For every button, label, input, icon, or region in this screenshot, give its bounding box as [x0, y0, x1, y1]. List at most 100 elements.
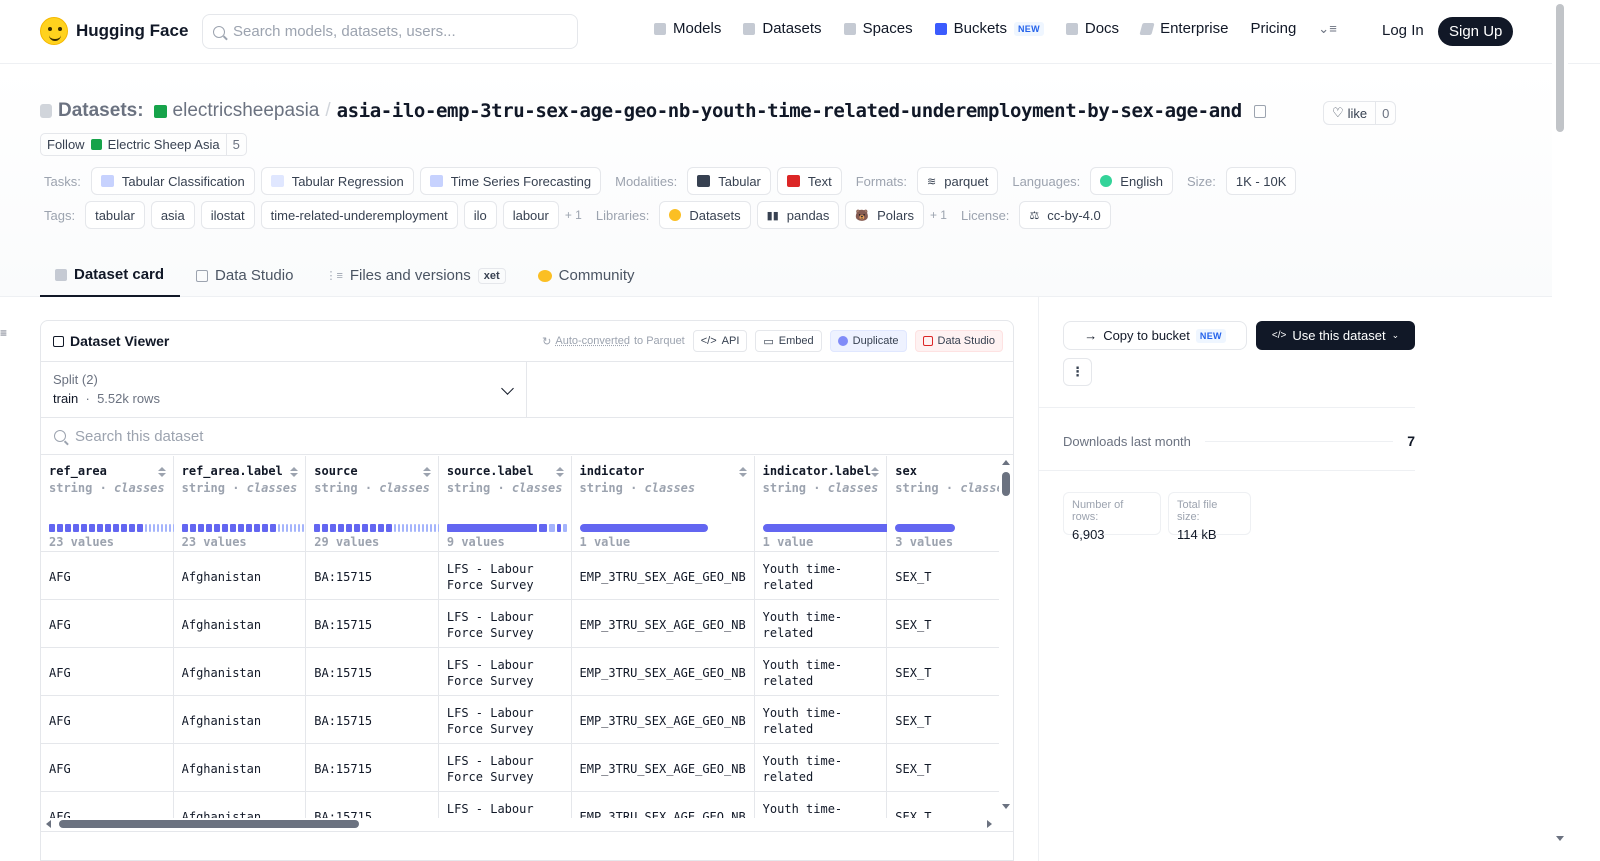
table-cell[interactable]: BA:15715 [305, 743, 439, 792]
sort-icon[interactable] [738, 467, 747, 479]
table-cell[interactable]: Youth time-related underemployment b… [754, 791, 888, 818]
table-cell[interactable]: EMP_3TRU_SEX_AGE_GEO_NB [571, 599, 755, 648]
scroll-right-icon[interactable] [987, 820, 992, 828]
scroll-thumb[interactable] [1002, 472, 1010, 496]
use-this-dataset-button[interactable]: </> Use this dataset ⌄ [1256, 321, 1415, 350]
table-vertical-scrollbar[interactable] [999, 456, 1013, 818]
table-cell[interactable]: BA:15715 [305, 551, 439, 600]
library-pandas[interactable]: ▮▮ pandas [756, 201, 840, 229]
table-cell[interactable]: Youth time-related underemployment b… [754, 647, 888, 696]
table-cell[interactable]: Afghanistan [173, 647, 307, 696]
table-cell[interactable]: Youth time-related underemployment b… [754, 599, 888, 648]
scroll-down-icon[interactable] [1556, 836, 1564, 841]
scroll-thumb[interactable] [1556, 4, 1564, 132]
embed-button[interactable]: ▭ Embed [755, 330, 822, 352]
table-cell[interactable]: AFG [41, 599, 174, 648]
table-cell[interactable]: Youth time-related underemployment b… [754, 743, 888, 792]
nav-buckets[interactable]: Buckets NEW [934, 20, 1044, 37]
global-search-input[interactable] [233, 23, 553, 40]
scroll-down-icon[interactable] [1002, 804, 1010, 809]
tag-ilostat[interactable]: ilostat [200, 201, 255, 229]
table-cell[interactable]: Afghanistan [173, 743, 307, 792]
login-link[interactable]: Log In [1382, 22, 1424, 39]
library-datasets[interactable]: Datasets [659, 201, 751, 229]
nav-docs[interactable]: Docs [1065, 20, 1119, 37]
table-cell[interactable]: Youth time-related underemployment b… [754, 551, 888, 600]
nav-models[interactable]: Models [654, 20, 721, 37]
table-cell[interactable]: EMP_3TRU_SEX_AGE_GEO_NB [571, 695, 755, 744]
api-button[interactable]: </> API [692, 330, 748, 352]
copy-icon[interactable] [1253, 104, 1266, 118]
table-cell[interactable]: LFS - Labour Force Survey [438, 695, 572, 744]
table-cell[interactable]: SEX_T [886, 599, 999, 648]
table-cell[interactable]: SEX_T [886, 551, 999, 600]
table-cell[interactable]: Youth time-related underemployment b… [754, 695, 888, 744]
tag-labour[interactable]: labour [502, 201, 559, 229]
column-header[interactable]: indicator.label string · classes 1 value [754, 456, 891, 552]
modality-tabular[interactable]: Tabular [687, 167, 771, 195]
dataset-search-input[interactable] [75, 427, 675, 445]
tag-tabular[interactable]: tabular [85, 201, 145, 229]
sort-icon[interactable] [157, 467, 166, 479]
table-cell[interactable]: EMP_3TRU_SEX_AGE_GEO_NB [571, 743, 755, 792]
toc-toggle-icon[interactable]: ≡ [0, 326, 7, 340]
libraries-more[interactable]: + 1 [930, 208, 947, 222]
more-menu-icon[interactable]: ⌄≡ [1318, 21, 1336, 37]
table-cell[interactable]: AFG [41, 647, 174, 696]
scroll-left-icon[interactable] [46, 820, 51, 828]
like-button[interactable]: ♡ like 0 [1323, 101, 1397, 125]
license-chip[interactable]: ⚖ cc-by-4.0 [1019, 201, 1111, 229]
table-cell[interactable]: SEX_T [886, 695, 999, 744]
table-cell[interactable]: AFG [41, 791, 174, 818]
nav-enterprise[interactable]: Enterprise [1139, 20, 1228, 37]
split-selector[interactable]: Split (2) train · 5.52k rows [41, 362, 527, 418]
table-cell[interactable]: Afghanistan [173, 791, 307, 818]
dataset-name[interactable]: asia-ilo-emp-3tru-sex-age-geo-nb-youth-t… [337, 100, 1243, 122]
table-cell[interactable]: EMP_3TRU_SEX_AGE_GEO_NB [571, 551, 755, 600]
table-row[interactable]: AFGAfghanistanBA:15715LFS - Labour Force… [41, 599, 999, 648]
tab-dataset-card[interactable]: Dataset card [40, 254, 181, 297]
histogram[interactable] [762, 524, 891, 532]
histogram[interactable] [314, 524, 457, 532]
library-polars[interactable]: 🐻 Polars [845, 201, 924, 229]
column-header[interactable]: sexstring · classes3 values [886, 456, 999, 552]
table-row[interactable]: AFGAfghanistanBA:15715LFS - Labour Force… [41, 647, 999, 696]
table-row[interactable]: AFGAfghanistanBA:15715LFS - Labour Force… [41, 695, 999, 744]
tab-community[interactable]: Community [522, 254, 651, 297]
table-cell[interactable]: BA:15715 [305, 695, 439, 744]
table-cell[interactable]: SEX_T [886, 743, 999, 792]
table-cell[interactable]: Afghanistan [173, 695, 307, 744]
copy-to-bucket-button[interactable]: → Copy to bucket NEW [1063, 321, 1247, 350]
sort-icon[interactable] [871, 467, 880, 479]
table-cell[interactable]: Afghanistan [173, 551, 307, 600]
table-cell[interactable]: EMP_3TRU_SEX_AGE_GEO_NB [571, 647, 755, 696]
task-tabular-regression[interactable]: Tabular Regression [260, 167, 414, 195]
table-cell[interactable]: Afghanistan [173, 599, 307, 648]
table-cell[interactable]: LFS - Labour Force Survey [438, 551, 572, 600]
dataset-search[interactable] [41, 418, 1013, 455]
table-cell[interactable]: AFG [41, 551, 174, 600]
histogram[interactable] [446, 524, 567, 532]
table-horizontal-scrollbar[interactable] [41, 817, 999, 831]
global-search[interactable] [202, 14, 578, 49]
table-cell[interactable]: BA:15715 [305, 791, 439, 818]
tab-data-studio[interactable]: Data Studio [180, 254, 309, 297]
nav-spaces[interactable]: Spaces [843, 20, 913, 37]
hf-logo[interactable]: Hugging Face [40, 17, 188, 45]
histogram[interactable] [579, 524, 708, 532]
column-header[interactable]: indicator string · classes 1 value [571, 456, 755, 552]
table-row[interactable]: AFGAfghanistanBA:15715LFS - Labour Force… [41, 743, 999, 792]
table-cell[interactable]: LFS - Labour Force Survey [438, 743, 572, 792]
column-header[interactable]: source string · classes 29 values [305, 456, 457, 552]
nav-pricing[interactable]: Pricing [1250, 20, 1296, 37]
table-cell[interactable]: EMP_3TRU_SEX_AGE_GEO_NB [571, 791, 755, 818]
table-cell[interactable]: AFG [41, 695, 174, 744]
tag-ilo[interactable]: ilo [463, 201, 497, 229]
sort-icon[interactable] [555, 467, 564, 479]
tags-more[interactable]: + 1 [565, 208, 582, 222]
column-header[interactable]: ref_area string · classes 23 values [41, 456, 199, 552]
sort-icon[interactable] [422, 467, 431, 479]
column-header[interactable]: ref_area.label string · classes 23 values [173, 456, 332, 552]
language-english[interactable]: English [1090, 167, 1173, 195]
format-parquet[interactable]: ≋ parquet [917, 167, 999, 195]
